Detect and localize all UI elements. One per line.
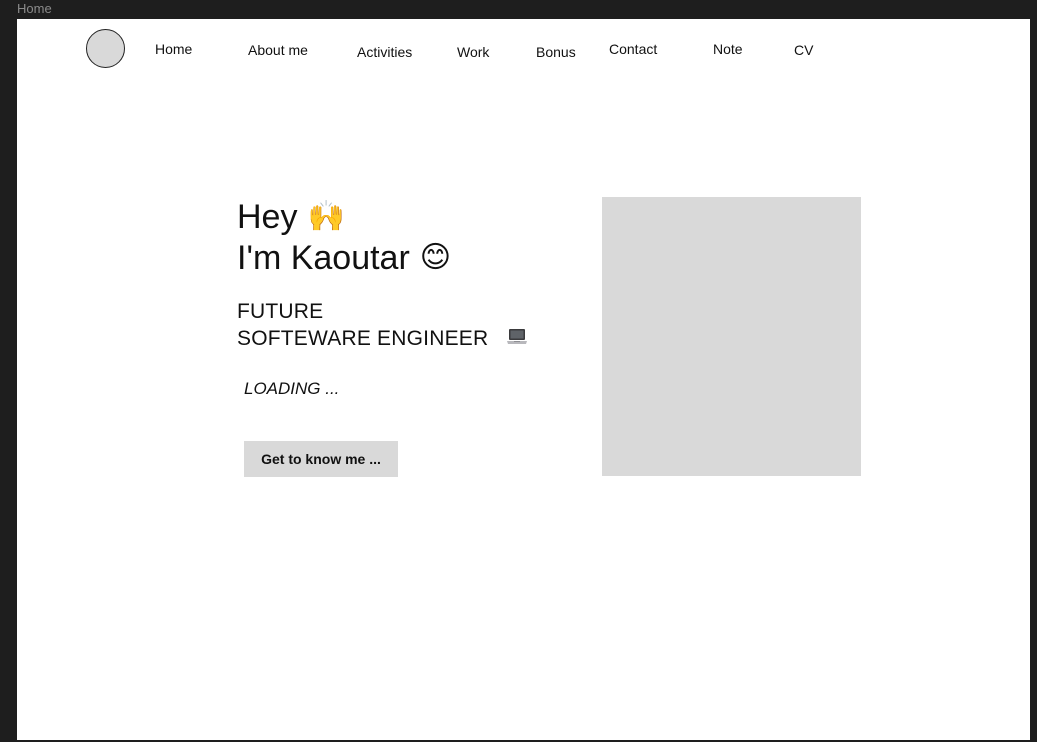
- hero-name-text: I'm Kaoutar: [237, 239, 410, 277]
- laptop-icon: [506, 327, 528, 347]
- loading-status: LOADING ...: [244, 379, 340, 398]
- subtitle-line-2-text: SOFTEWARE ENGINEER: [237, 327, 489, 350]
- raising-hands-icon: 🙌: [307, 199, 345, 234]
- nav-link-note[interactable]: Note: [713, 40, 743, 58]
- nav-link-cv[interactable]: CV: [794, 41, 813, 59]
- hero-greeting: Hey 🙌: [237, 197, 345, 237]
- nav-link-about-me[interactable]: About me: [248, 41, 308, 59]
- subtitle-line-2: SOFTEWARE ENGINEER: [237, 326, 528, 352]
- hero-image-placeholder: [602, 197, 861, 476]
- frame-label: Home: [17, 1, 52, 16]
- subtitle-line-1: FUTURE: [237, 300, 324, 323]
- hero-name: I'm Kaoutar 😊: [237, 238, 451, 278]
- nav-link-home[interactable]: Home: [155, 40, 192, 58]
- logo-avatar[interactable]: [86, 29, 125, 68]
- smiling-face-icon: 😊: [419, 240, 452, 275]
- hero-greeting-text: Hey: [237, 198, 298, 236]
- get-to-know-me-button[interactable]: Get to know me ...: [244, 441, 398, 477]
- nav-link-contact[interactable]: Contact: [609, 40, 657, 58]
- nav-link-activities[interactable]: Activities: [357, 43, 412, 61]
- home-page-frame: Home About me Activities Work Bonus Cont…: [17, 19, 1030, 740]
- nav-link-bonus[interactable]: Bonus: [536, 43, 576, 61]
- nav-link-work[interactable]: Work: [457, 43, 489, 61]
